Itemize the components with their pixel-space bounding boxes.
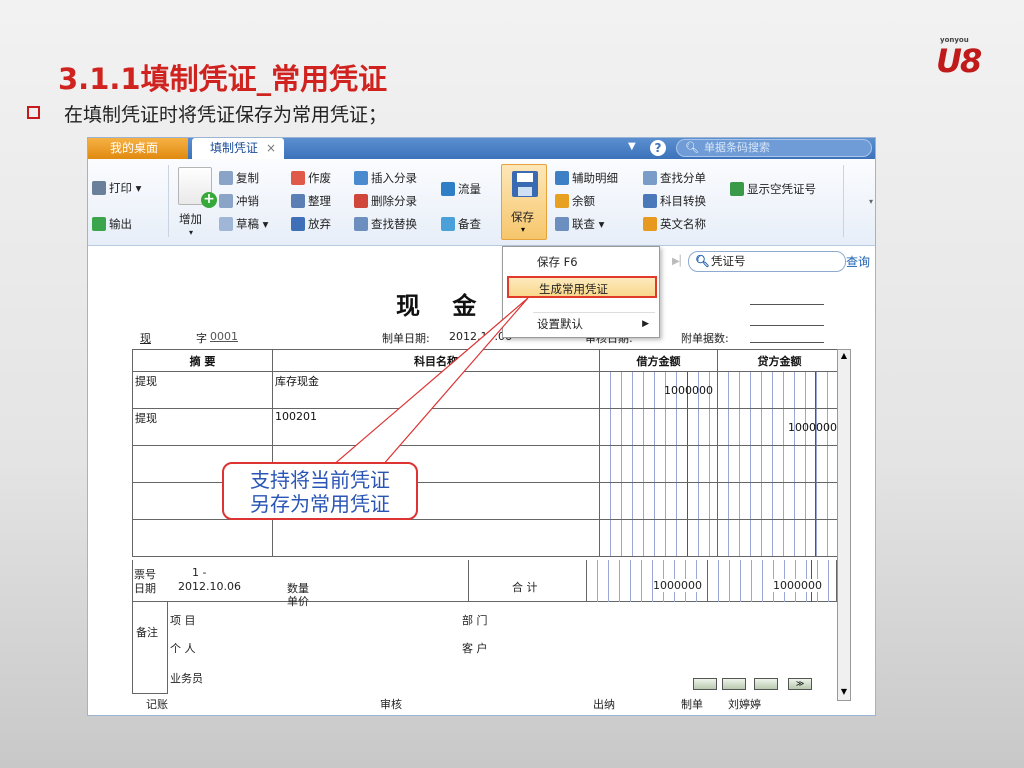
- callout-pointer-shape: [330, 297, 529, 467]
- callout-line-2: 另存为常用凭证: [250, 492, 390, 516]
- callout-line-1: 支持将当前凭证: [250, 468, 390, 492]
- callout-box: 支持将当前凭证 另存为常用凭证: [222, 462, 418, 520]
- callout-pointer: [330, 297, 529, 467]
